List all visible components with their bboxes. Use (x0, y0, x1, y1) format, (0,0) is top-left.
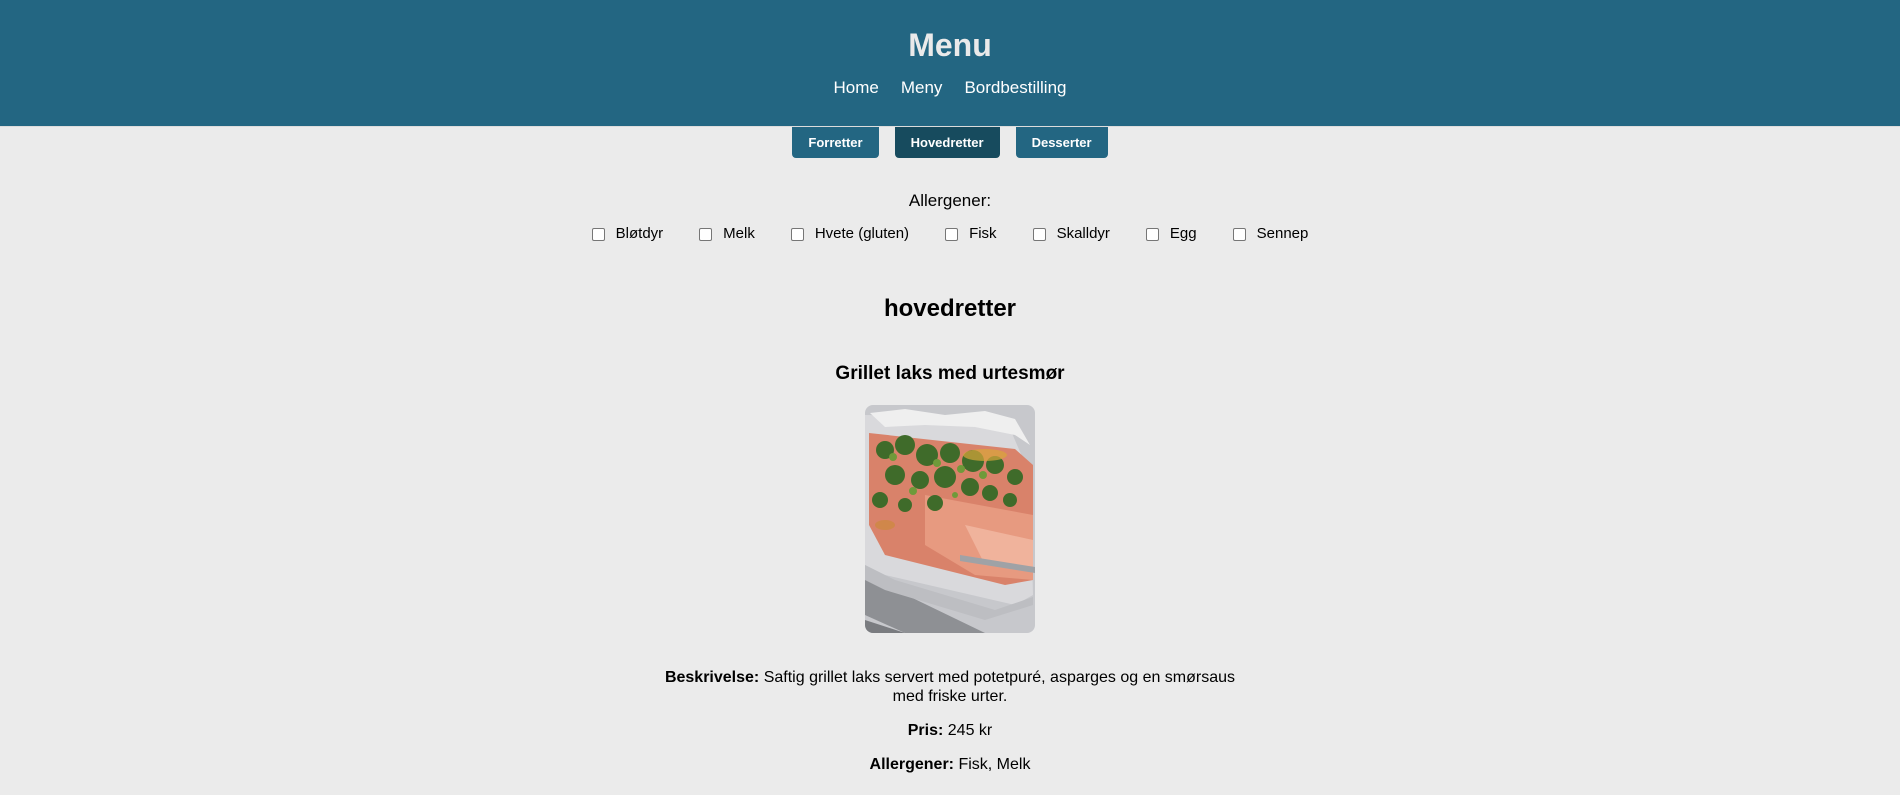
allergen-option-melk[interactable]: Melk (699, 225, 755, 243)
allergen-checkbox[interactable] (790, 227, 804, 241)
allergen-option-fisk[interactable]: Fisk (945, 225, 997, 243)
allergen-label: Sennep (1256, 225, 1309, 242)
dish-photo (865, 405, 1035, 633)
allergen-checkbox[interactable] (591, 227, 605, 241)
allergen-filter-list: Bløtdyr Melk Hvete (gluten) Fisk Skalldy… (0, 225, 1900, 243)
nav-meny-link[interactable]: Meny (901, 77, 943, 99)
dish-allergens-value: Fisk, Melk (958, 756, 1031, 773)
allergen-option-blotdyr[interactable]: Bløtdyr (591, 225, 664, 243)
dish-name: Grillet laks med urtesmør (835, 363, 1065, 384)
allergen-filter-title: Allergener: (908, 191, 992, 210)
allergen-option-skalldyr[interactable]: Skalldyr (1032, 225, 1110, 243)
description-text: Saftig grillet laks servert med potetpur… (763, 669, 1236, 705)
section-title: hovedretter (883, 295, 1017, 322)
dish-allergens-label: Allergener: (869, 756, 954, 773)
allergen-checkbox[interactable] (1232, 227, 1246, 241)
site-header: Menu Home Meny Bordbestilling (0, 0, 1900, 127)
allergen-label: Egg (1169, 225, 1197, 242)
allergen-checkbox[interactable] (945, 227, 959, 241)
tab-hovedretter[interactable]: Hovedretter (894, 127, 1000, 158)
dish-price: Pris: 245 kr (0, 721, 1900, 740)
category-tabs: Forretter Hovedretter Desserter (0, 127, 1900, 158)
dish-allergens: Allergener: Fisk, Melk (0, 755, 1900, 774)
main-nav: Home Meny Bordbestilling (0, 77, 1900, 99)
allergen-label: Fisk (969, 225, 997, 242)
allergen-checkbox[interactable] (1032, 227, 1046, 241)
allergen-option-sennep[interactable]: Sennep (1232, 225, 1309, 243)
description-label: Beskrivelse: (664, 669, 760, 686)
site-title: Menu (908, 27, 992, 63)
allergen-label: Skalldyr (1056, 225, 1110, 242)
allergen-option-egg[interactable]: Egg (1145, 225, 1197, 243)
allergen-label: Hvete (gluten) (814, 225, 910, 242)
tab-desserter[interactable]: Desserter (1015, 127, 1108, 158)
price-value: 245 kr (947, 722, 993, 739)
price-label: Pris: (907, 722, 944, 739)
dish-description: Beskrivelse: Saftig grillet laks servert… (655, 668, 1245, 706)
tab-forretter[interactable]: Forretter (792, 127, 879, 158)
allergen-label: Melk (723, 225, 755, 242)
nav-home-link[interactable]: Home (834, 77, 879, 99)
nav-bordbestilling-link[interactable]: Bordbestilling (964, 77, 1066, 99)
allergen-label: Bløtdyr (615, 225, 664, 242)
allergen-checkbox[interactable] (1145, 227, 1159, 241)
allergen-checkbox[interactable] (699, 227, 713, 241)
allergen-option-hvete[interactable]: Hvete (gluten) (790, 225, 910, 243)
